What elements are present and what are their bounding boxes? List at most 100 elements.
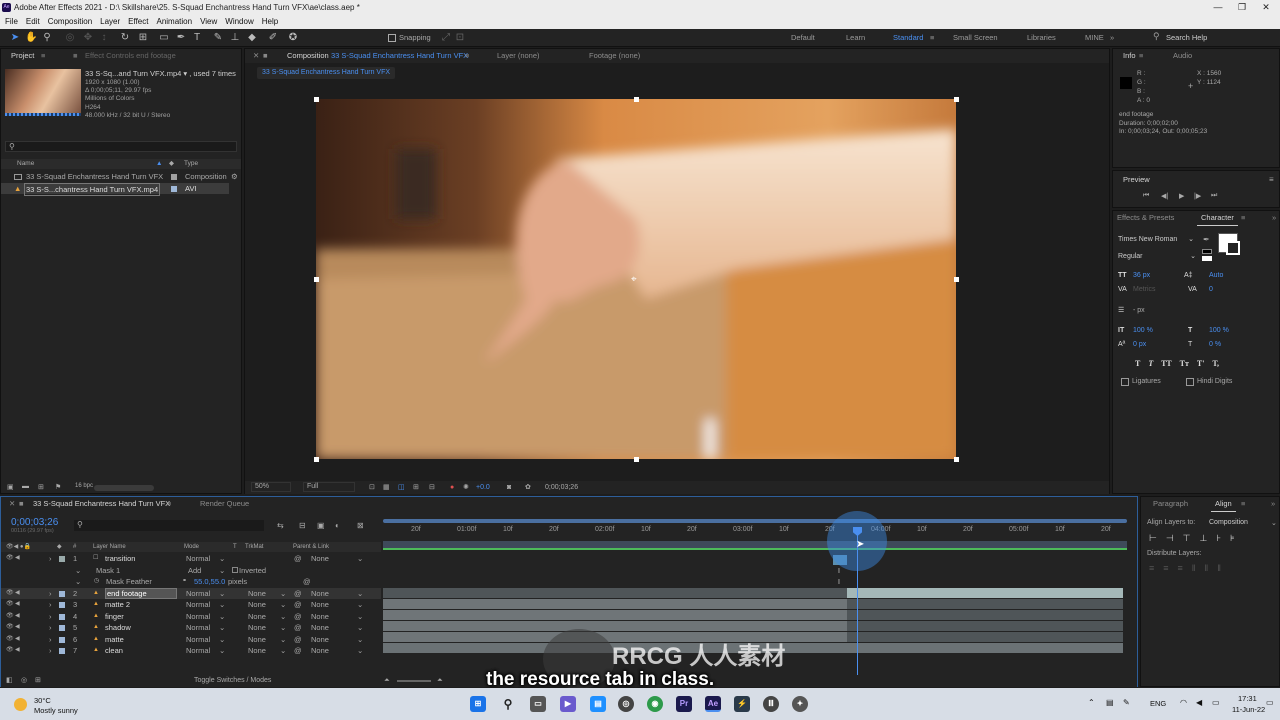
chevron-down-icon[interactable]: ⌄ [280, 611, 286, 622]
chevron-down-icon[interactable]: ⌄ [1271, 519, 1277, 527]
work-area-bar[interactable] [383, 519, 1127, 523]
rectangle-tool-icon[interactable]: ▭ [158, 32, 170, 44]
mode-select[interactable]: Normal [186, 622, 210, 633]
notifications-icon[interactable]: ▭ [1266, 698, 1274, 707]
transform-handle[interactable] [634, 97, 639, 102]
label-color-swatch[interactable] [59, 636, 65, 643]
start-menu-icon[interactable]: ⊞ [470, 696, 486, 712]
layer-row[interactable]: 👁 ◀ › 6 ▲ matte Normal ⌄ None ⌄ @ None ⌄ [1, 634, 381, 645]
transform-handle[interactable] [634, 457, 639, 462]
visibility-icon[interactable]: 👁 [6, 599, 14, 610]
tab-footage[interactable]: Footage (none) [585, 49, 644, 63]
workspace-menu-icon[interactable]: ≡ [930, 33, 934, 42]
font-style-select[interactable]: Regular ⌄ [1118, 251, 1198, 262]
chevron-down-icon[interactable]: ⌄ [219, 634, 225, 645]
layer-row[interactable]: 👁 ◀ › 5 ▲ shadow Normal ⌄ None ⌄ @ None ⌄ [1, 622, 381, 633]
snapshot-icon[interactable]: ◙ [507, 481, 511, 494]
chevron-down-icon[interactable]: ⌄ [280, 588, 286, 599]
layer-bar-shadow[interactable] [383, 621, 847, 631]
visibility-icon[interactable]: 👁 [6, 622, 14, 633]
label-color-swatch[interactable] [59, 625, 65, 631]
timeline-timecode[interactable]: 0;00;03;26 [11, 517, 58, 528]
workspace-libraries[interactable]: Libraries [1027, 33, 1056, 42]
character-menu-icon[interactable]: ≡ [1237, 211, 1249, 225]
comp-navigator-tab[interactable]: 33 S-Squad Enchantress Hand Turn VFX [257, 67, 396, 79]
expand-chevron-icon[interactable]: › [49, 553, 52, 564]
weather-sun-icon[interactable] [14, 698, 27, 711]
pickwhip-icon[interactable]: @ [294, 611, 302, 622]
zoom-out-icon[interactable]: ⏶ [384, 675, 390, 687]
column-type[interactable]: Type [184, 159, 198, 169]
mode-select[interactable]: Normal [186, 588, 210, 599]
type-tool-icon[interactable]: T [191, 32, 203, 44]
visibility-icon[interactable]: 👁 [6, 634, 14, 645]
media-icon[interactable]: Ⅲ [763, 696, 779, 712]
baseline-shift-value[interactable]: 0 px [1133, 338, 1146, 352]
project-item-row[interactable]: 33 S-Squad Enchantress Hand Turn VFX Com… [1, 171, 241, 182]
audio-icon[interactable]: ◀ [15, 588, 20, 599]
tab-character[interactable]: Character [1197, 211, 1238, 226]
chevron-down-icon[interactable]: ⌄ [357, 622, 363, 633]
stroke-color-swatch[interactable] [1226, 241, 1240, 255]
mode-select[interactable]: Normal [186, 611, 210, 622]
hand-tool-icon[interactable]: ✋ [25, 32, 37, 44]
anchor-point-icon[interactable]: ⌖ [631, 274, 637, 285]
search-icon[interactable]: ⚲ [500, 696, 516, 712]
menu-edit[interactable]: Edit [21, 15, 43, 29]
transform-handle[interactable] [954, 97, 959, 102]
maximize-button[interactable]: ❐ [1230, 0, 1254, 15]
chevron-down-icon[interactable]: ⌄ [280, 599, 286, 610]
chevron-down-icon[interactable]: ⌄ [357, 645, 363, 656]
chrome-icon[interactable]: ◉ [647, 696, 663, 712]
audio-icon[interactable]: ◀ [15, 634, 20, 645]
property-value[interactable]: Add [188, 565, 201, 576]
render-time-icon[interactable]: ⊞ [35, 675, 41, 687]
chevron-down-icon[interactable]: ⌄ [357, 588, 363, 599]
grid-guide-icon[interactable]: ⊞ [413, 481, 419, 494]
panel-overflow-icon[interactable]: » [1267, 497, 1279, 511]
tab-effects-presets[interactable]: Effects & Presets [1113, 211, 1178, 225]
chevron-down-icon[interactable]: ⌄ [280, 645, 286, 656]
layer-row[interactable]: 👁 ◀ › 7 ▲ clean Normal ⌄ None ⌄ @ None ⌄ [1, 645, 381, 656]
frame-blending-icon[interactable]: ◐ [335, 521, 340, 530]
chat-icon[interactable]: ▶ [560, 696, 576, 712]
after-effects-icon[interactable]: Ae [705, 696, 721, 712]
shy-layers-icon[interactable]: ▣ [317, 521, 325, 530]
menu-animation[interactable]: Animation [151, 15, 195, 29]
app-icon[interactable]: ⚡ [734, 696, 750, 712]
layer-row[interactable]: 👁 ◀ › 3 ▲ matte 2 Normal ⌄ None ⌄ @ None ⌄ [1, 599, 381, 610]
expand-chevron-icon[interactable]: ⌄ [75, 565, 81, 576]
comp-viewer[interactable]: ⌖ [316, 99, 956, 459]
visibility-icon[interactable]: 👁 [6, 588, 14, 599]
play-icon[interactable]: ▶ [1179, 192, 1184, 200]
tab-layer[interactable]: Layer (none) [493, 49, 544, 63]
adjust-settings-icon[interactable]: ⚑ [55, 483, 61, 491]
color-channel-icon[interactable]: ● [450, 481, 454, 494]
layer-bar-finger[interactable] [383, 610, 847, 620]
column-name[interactable]: Name [17, 159, 34, 169]
faux-italic-button[interactable]: T [1148, 359, 1153, 368]
clone-stamp-tool-icon[interactable]: ⊥ [229, 32, 241, 44]
keyboard-icon[interactable]: ▤ [1106, 698, 1114, 707]
superscript-button[interactable]: T' [1197, 359, 1205, 368]
zoom-tool-icon[interactable]: ⚲ [41, 32, 53, 44]
all-caps-button[interactable]: TT [1161, 359, 1172, 368]
comp-flowchart-icon[interactable]: ⇆ [277, 521, 284, 530]
trkmat-select[interactable]: None [248, 611, 266, 622]
subscript-button[interactable]: T, [1212, 359, 1219, 368]
app-icon[interactable]: ✦ [792, 696, 808, 712]
volume-icon[interactable]: ◀ [1196, 698, 1202, 707]
show-snapshot-icon[interactable]: ✿ [525, 481, 531, 494]
chevron-down-icon[interactable]: ⌄ [219, 611, 225, 622]
layer-name[interactable]: matte 2 [105, 599, 130, 610]
parent-select[interactable]: None [311, 611, 329, 622]
chevron-down-icon[interactable]: ⌄ [357, 611, 363, 622]
leading-value[interactable]: Auto [1209, 269, 1223, 283]
timeline-menu-icon[interactable]: ≡ [163, 497, 175, 511]
app-icon[interactable]: ◎ [618, 696, 634, 712]
tab-effect-controls[interactable]: Effect Controls end footage [81, 49, 180, 63]
property-value[interactable]: 55.0,55.0 [194, 576, 225, 587]
audio-icon[interactable]: ◀ [15, 611, 20, 622]
tab-composition-name[interactable]: 33 S-Squad Enchantress Hand Turn VFX [327, 49, 472, 63]
pickwhip-icon[interactable]: @ [303, 576, 311, 587]
